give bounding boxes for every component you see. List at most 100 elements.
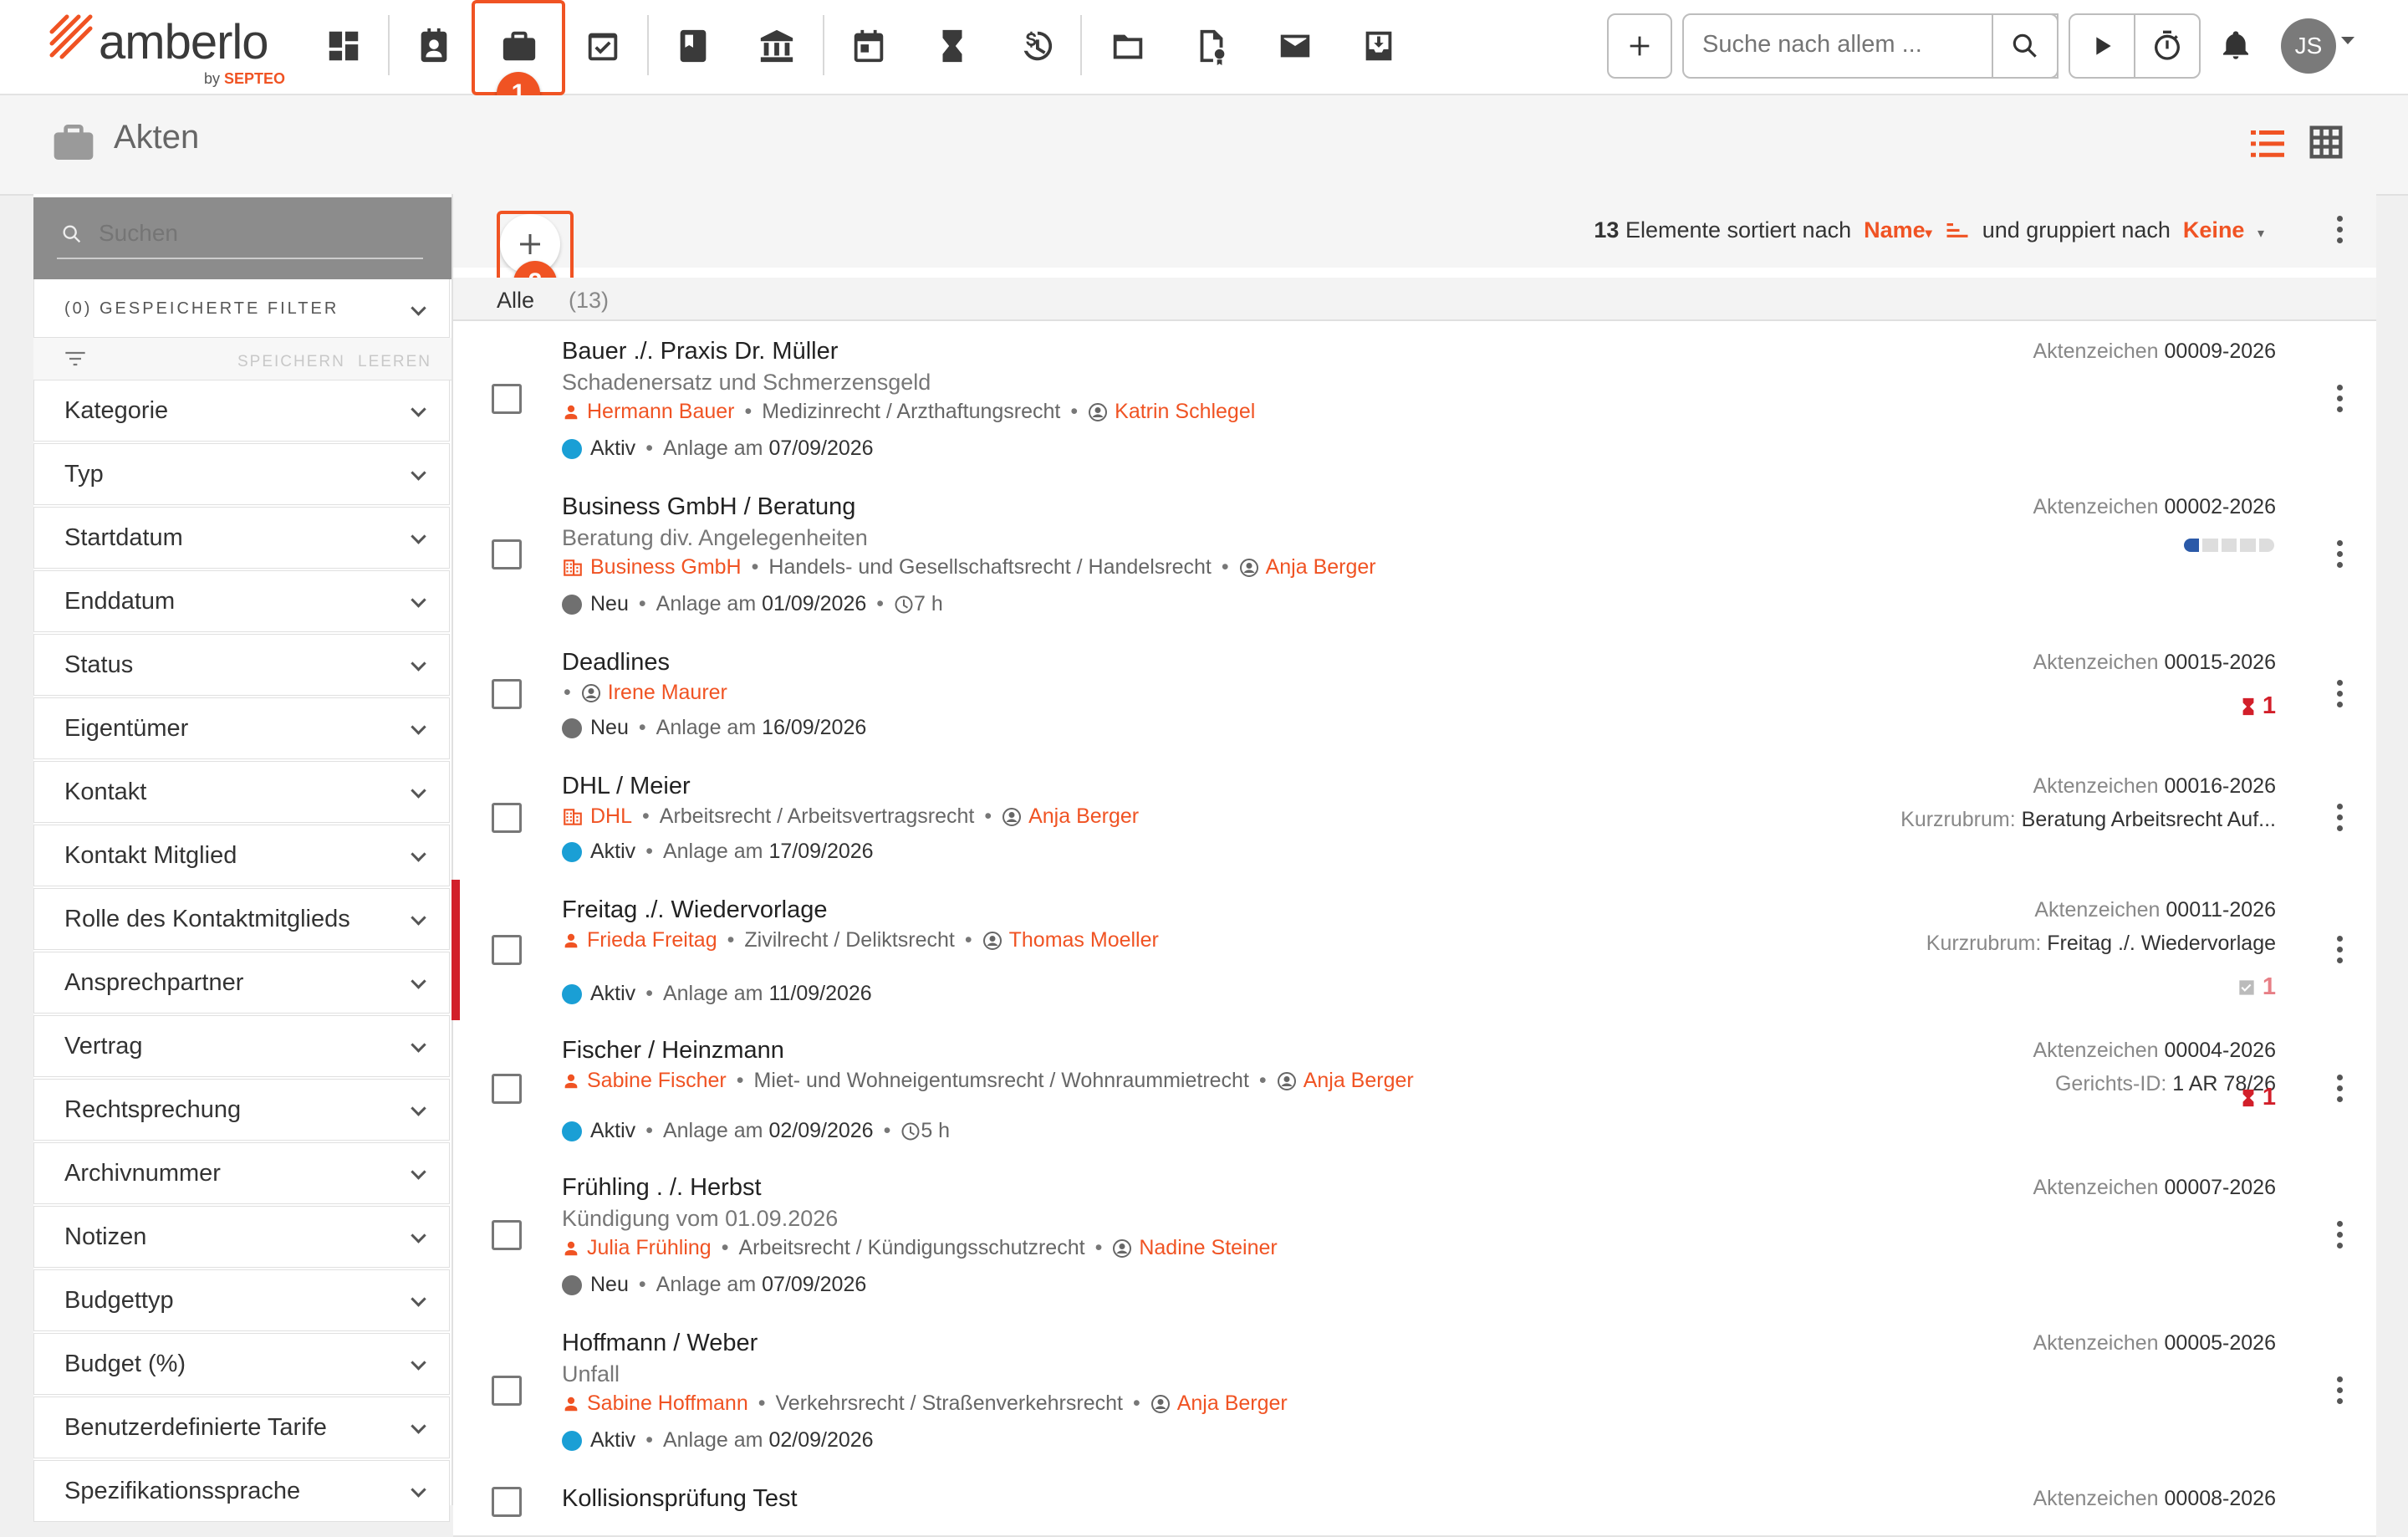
filter-facet[interactable]: Startdatum — [33, 507, 450, 569]
filter-facet[interactable]: Notizen — [33, 1206, 450, 1268]
filter-facet[interactable]: Kategorie — [33, 380, 450, 442]
filter-icon[interactable] — [64, 350, 87, 368]
client-link[interactable]: Hermann Bauer — [587, 400, 734, 424]
task-badge[interactable]: 1 — [2236, 973, 2276, 1001]
client-link[interactable]: DHL — [590, 804, 632, 829]
matter-title[interactable]: DHL / Meier — [562, 773, 691, 800]
sidebar-search-input[interactable] — [97, 219, 418, 248]
filter-facet[interactable]: Typ — [33, 443, 450, 505]
row-checkbox[interactable] — [492, 935, 522, 965]
folder-icon[interactable] — [1090, 0, 1166, 92]
client-link[interactable]: Business GmbH — [590, 555, 742, 580]
stopwatch-button[interactable] — [2134, 13, 2201, 79]
filter-facet[interactable]: Enddatum — [33, 570, 450, 632]
filter-facet[interactable]: Rolle des Kontaktmitglieds — [33, 888, 450, 950]
filter-facet[interactable]: Eigentümer — [33, 697, 450, 759]
inbox-icon[interactable] — [1341, 0, 1416, 92]
clear-filter-button[interactable]: LEEREN — [358, 353, 431, 371]
tasks-icon[interactable] — [565, 0, 640, 92]
row-options-icon[interactable] — [2337, 804, 2343, 831]
mail-icon[interactable] — [1258, 0, 1333, 92]
row-checkbox[interactable] — [492, 384, 522, 414]
matter-title[interactable]: Business GmbH / Beratung — [562, 493, 855, 521]
matter-row[interactable]: Kollisionsprüfung Test Aktenzeichen 00008… — [453, 1468, 2376, 1537]
start-timer-button[interactable] — [2069, 13, 2135, 79]
filter-facet[interactable]: Benutzerdefinierte Tarife — [33, 1397, 450, 1458]
matter-title[interactable]: Frühling . /. Herbst — [562, 1174, 762, 1202]
row-checkbox[interactable] — [492, 679, 522, 709]
row-checkbox[interactable] — [492, 803, 522, 833]
contacts-icon[interactable] — [396, 0, 472, 92]
matter-title[interactable]: Hoffmann / Weber — [562, 1330, 758, 1357]
owner-link[interactable]: Katrin Schlegel — [1115, 400, 1255, 424]
certificate-icon[interactable] — [1174, 0, 1249, 92]
matter-title[interactable]: Deadlines — [562, 649, 670, 677]
client-link[interactable]: Frieda Freitag — [587, 928, 717, 952]
client-link[interactable]: Sabine Hoffmann — [587, 1391, 748, 1416]
hourglass-icon[interactable] — [915, 0, 990, 92]
matter-row[interactable]: Frühling . /. Herbst Kündigung vom 01.09.… — [453, 1157, 2376, 1315]
row-options-icon[interactable] — [2337, 936, 2343, 963]
matter-row[interactable]: Business GmbH / Beratung Beratung div. An… — [453, 477, 2376, 634]
matter-row[interactable]: DHL / Meier DHL • Arbeitsrecht / Arbeitsver… — [453, 756, 2376, 881]
amberlo-logo[interactable]: amberlo by SEPTEO — [48, 13, 291, 87]
owner-link[interactable]: Anja Berger — [1303, 1069, 1414, 1093]
grid-view-icon[interactable] — [2304, 120, 2348, 164]
client-link[interactable]: Julia Frühling — [587, 1236, 712, 1260]
client-link[interactable]: Sabine Fischer — [587, 1069, 727, 1093]
row-checkbox[interactable] — [492, 1220, 522, 1250]
filter-facet[interactable]: Vertrag — [33, 1015, 450, 1077]
list-view-icon[interactable] — [2247, 124, 2288, 164]
calendar-icon[interactable] — [831, 0, 906, 92]
row-options-icon[interactable] — [2337, 1221, 2343, 1248]
global-search-button[interactable] — [1992, 13, 2059, 79]
sidebar-search[interactable] — [33, 197, 452, 279]
save-filter-button[interactable]: SPEICHERN — [237, 353, 345, 371]
owner-link[interactable]: Anja Berger — [1177, 1391, 1288, 1416]
matter-title[interactable]: Kollisionsprüfung Test — [562, 1485, 798, 1513]
filter-facet[interactable]: Spezifikationssprache — [33, 1460, 450, 1522]
filter-facet[interactable]: Rechtsprechung — [33, 1079, 450, 1141]
row-checkbox[interactable] — [492, 1376, 522, 1406]
filter-facet[interactable]: Kontakt Mitglied — [33, 825, 450, 886]
filter-facet[interactable]: Status — [33, 634, 450, 696]
list-options-icon[interactable] — [2337, 216, 2343, 243]
global-search-input[interactable] — [1701, 30, 2038, 59]
deadline-badge[interactable]: 1 — [2239, 1084, 2276, 1111]
matter-row[interactable]: Bauer ./. Praxis Dr. Müller Schadenersatz… — [453, 321, 2376, 478]
owner-link[interactable]: Anja Berger — [1028, 804, 1139, 829]
matter-row[interactable]: Freitag ./. Wiedervorlage Frieda Freitag •… — [452, 880, 2376, 1022]
sort-field-dropdown[interactable]: Name — [1864, 217, 1926, 243]
matter-title[interactable]: Bauer ./. Praxis Dr. Müller — [562, 338, 838, 365]
user-avatar[interactable]: JS — [2281, 18, 2336, 74]
filter-facet[interactable]: Budgettyp — [33, 1269, 450, 1331]
group-field-dropdown[interactable]: Keine — [2183, 217, 2245, 243]
filter-facet[interactable]: Archivnummer — [33, 1142, 450, 1204]
dashboard-icon[interactable] — [306, 0, 381, 92]
matter-row[interactable]: Deadlines • Irene Maurer Neu • Anlage am 16/0… — [453, 632, 2376, 758]
notifications-bell-icon[interactable] — [2212, 22, 2259, 69]
billing-icon[interactable] — [998, 0, 1074, 92]
owner-link[interactable]: Thomas Moeller — [1009, 928, 1159, 952]
owner-link[interactable]: Irene Maurer — [608, 681, 727, 705]
chevron-down-icon[interactable] — [2341, 37, 2354, 44]
saved-filters-dropdown[interactable]: (0) GESPEICHERTE FILTER — [33, 279, 450, 338]
owner-link[interactable]: Nadine Steiner — [1139, 1236, 1277, 1260]
filter-facet[interactable]: Budget (%) — [33, 1333, 450, 1395]
row-options-icon[interactable] — [2337, 1075, 2343, 1102]
row-checkbox[interactable] — [492, 539, 522, 569]
matter-title[interactable]: Fischer / Heinzmann — [562, 1037, 784, 1065]
quick-add-button[interactable] — [1607, 13, 1672, 79]
row-checkbox[interactable] — [492, 1487, 522, 1517]
filter-facet[interactable]: Ansprechpartner — [33, 952, 450, 1014]
row-options-icon[interactable] — [2337, 1376, 2343, 1404]
filter-facet[interactable]: Kontakt — [33, 761, 450, 823]
row-options-icon[interactable] — [2337, 680, 2343, 707]
row-checkbox[interactable] — [492, 1074, 522, 1104]
matter-row[interactable]: Hoffmann / Weber Unfall Sabine Hoffmann • Ve… — [453, 1313, 2376, 1470]
row-options-icon[interactable] — [2337, 540, 2343, 568]
bank-icon[interactable] — [739, 0, 814, 92]
sort-order-icon[interactable] — [1945, 221, 1970, 243]
matter-row[interactable]: Fischer / Heinzmann Sabine Fischer • Miet- … — [453, 1020, 2376, 1159]
book-icon[interactable] — [656, 0, 731, 92]
